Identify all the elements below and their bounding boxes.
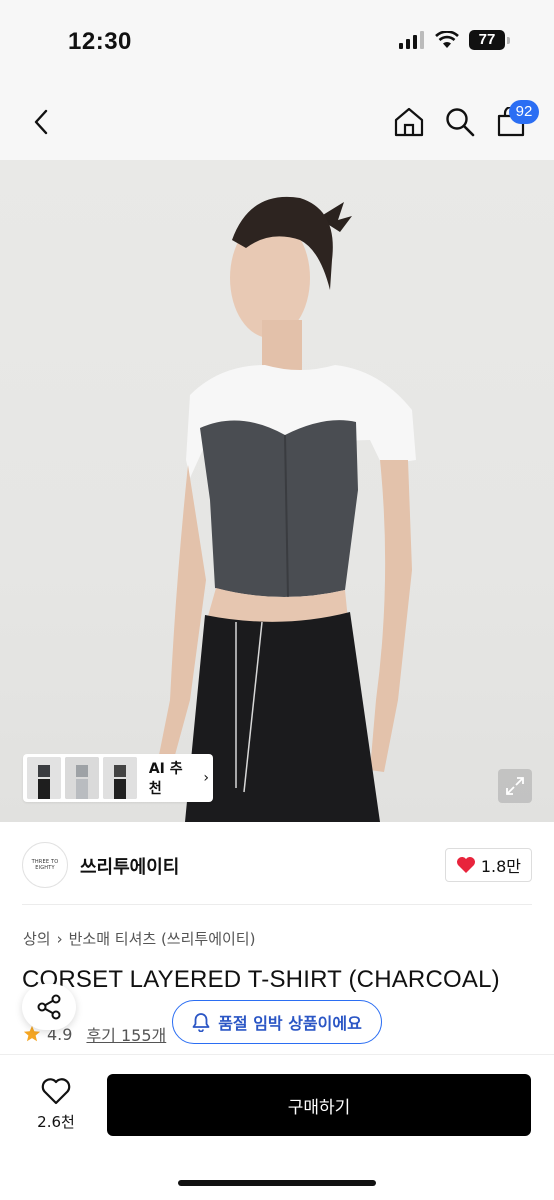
signal-icon xyxy=(399,31,424,49)
ai-recommend-link[interactable]: AI 추천 › xyxy=(149,758,209,798)
product-title: CORSET LAYERED T-SHIRT (CHARCOAL) xyxy=(22,966,500,993)
breadcrumb-subcategory[interactable]: 반소매 티셔츠 (쓰리투에이티) xyxy=(69,928,256,949)
top-nav xyxy=(0,84,554,160)
brand-like-count: 1.8만 xyxy=(480,857,521,876)
bottom-action-bar: 2.6천 구매하기 xyxy=(0,1054,554,1200)
heart-icon xyxy=(456,857,475,873)
heart-outline-icon xyxy=(41,1078,71,1105)
brand-like-button[interactable]: 1.8만 xyxy=(444,848,532,882)
status-time: 12:30 xyxy=(68,28,132,55)
back-button[interactable] xyxy=(24,102,58,142)
breadcrumb-separator: › xyxy=(56,929,63,948)
wishlist-count: 2.6천 xyxy=(37,1113,75,1131)
back-icon xyxy=(34,109,48,135)
cart-count-badge: 92 xyxy=(509,100,539,124)
chevron-right-icon: › xyxy=(203,770,209,786)
related-thumbnails[interactable]: AI 추천 › xyxy=(23,754,213,802)
search-button[interactable] xyxy=(440,102,480,142)
battery-indicator: 77 xyxy=(469,30,510,50)
thumbnail-1[interactable] xyxy=(27,757,61,799)
battery-level: 77 xyxy=(469,30,505,50)
bell-icon xyxy=(192,1013,210,1032)
wishlist-button[interactable]: 2.6천 xyxy=(22,1077,90,1137)
brand-logo[interactable]: THREE TO EIGHTY xyxy=(22,842,68,888)
status-icons: 77 xyxy=(399,30,510,50)
expand-image-button[interactable] xyxy=(498,769,532,803)
share-icon xyxy=(37,994,61,1020)
wifi-icon xyxy=(435,31,459,48)
breadcrumb-category[interactable]: 상의 xyxy=(23,928,51,949)
share-button[interactable] xyxy=(22,984,76,1030)
ai-recommend-label: AI 추천 xyxy=(148,761,183,797)
search-icon xyxy=(446,108,475,137)
low-stock-notice[interactable]: 품절 임박 상품이에요 xyxy=(172,1000,382,1044)
low-stock-label: 품절 임박 상품이에요 xyxy=(218,1014,362,1033)
thumbnail-3[interactable] xyxy=(102,757,137,799)
home-button[interactable] xyxy=(389,102,429,142)
home-indicator xyxy=(178,1180,376,1186)
home-icon xyxy=(394,107,424,137)
brand-name[interactable]: 쓰리투에이티 xyxy=(80,853,179,879)
buy-button[interactable]: 구매하기 xyxy=(107,1074,531,1136)
breadcrumb: 상의 › 반소매 티셔츠 (쓰리투에이티) xyxy=(23,928,255,949)
status-bar: 12:30 77 xyxy=(0,0,554,84)
expand-icon xyxy=(506,777,524,795)
product-photo xyxy=(158,196,416,822)
thumbnail-2[interactable] xyxy=(64,757,99,799)
divider xyxy=(22,904,532,905)
brand-row: THREE TO EIGHTY 쓰리투에이티 1.8만 xyxy=(0,824,554,904)
review-link[interactable]: 후기 155개 xyxy=(86,1022,166,1046)
product-image[interactable] xyxy=(0,160,554,822)
